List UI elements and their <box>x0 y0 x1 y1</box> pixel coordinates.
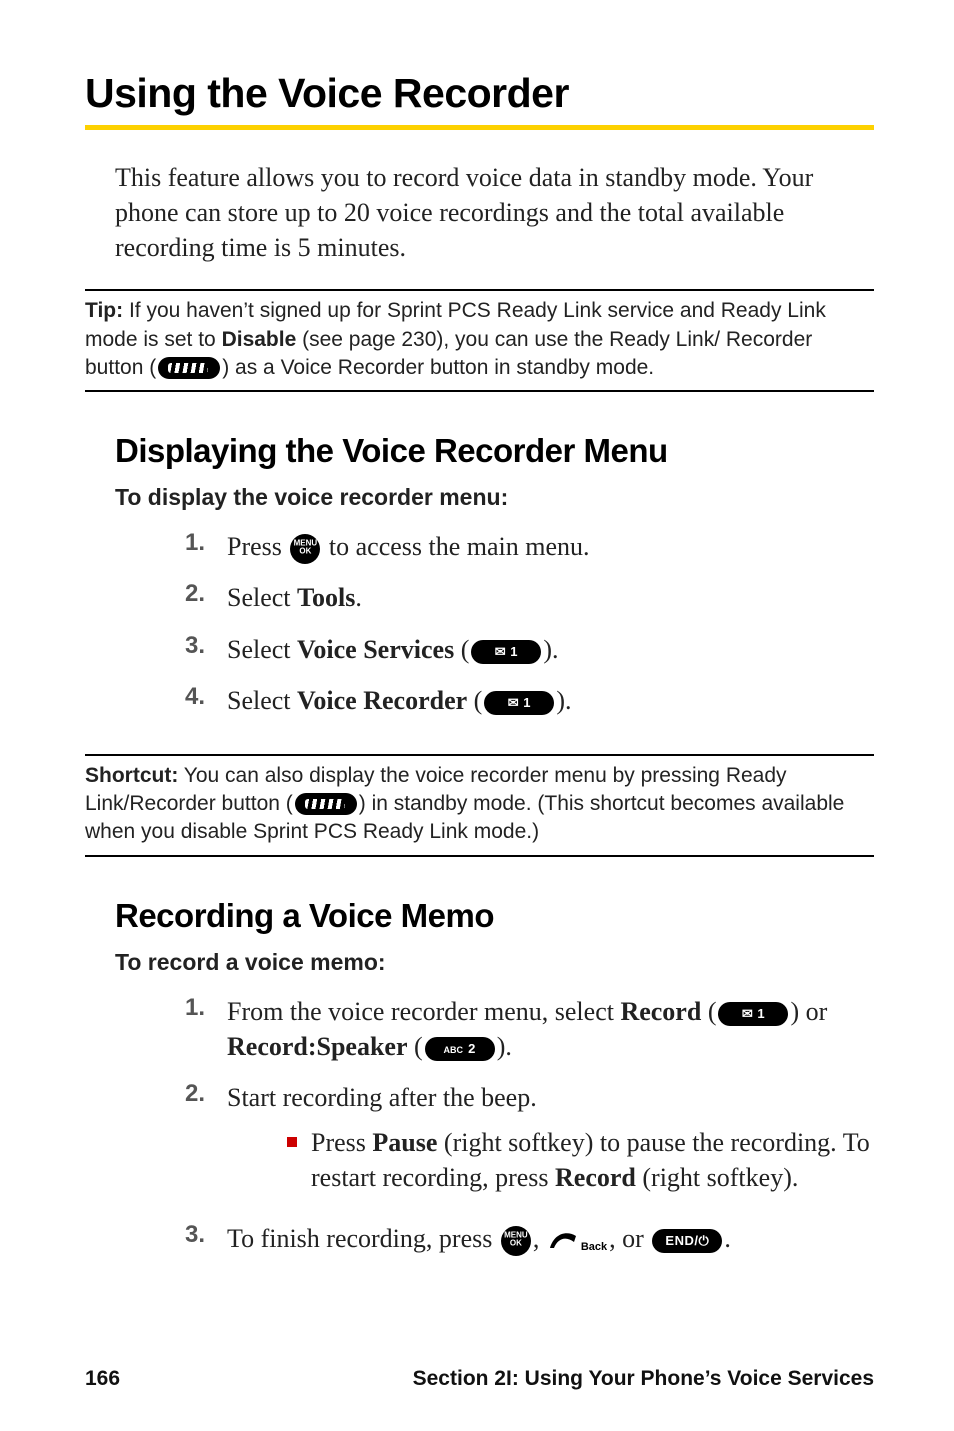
title-underline <box>85 125 874 130</box>
step-text: . <box>355 583 362 612</box>
menu-ok-icon: MENU OK <box>501 1226 531 1256</box>
shortcut-block: Shortcut: You can also display the voice… <box>85 756 874 855</box>
record-softkey-label: Record <box>555 1163 636 1192</box>
voice-services-label: Voice Services <box>297 635 454 664</box>
record-speaker-label: Record:Speaker <box>227 1032 408 1061</box>
step-text: ). <box>543 635 558 664</box>
step-text: ) or <box>790 997 827 1026</box>
readylink-icon <box>158 357 220 379</box>
tip-text-c: ) as a Voice Recorder button in standby … <box>222 356 654 379</box>
step-text: . <box>724 1224 731 1253</box>
step-text: ( <box>454 635 469 664</box>
page-footer: 166 Section 2I: Using Your Phone’s Voice… <box>85 1337 874 1391</box>
page-title: Using the Voice Recorder <box>85 70 874 117</box>
menu-ok-icon: MENU OK <box>290 534 320 564</box>
back-key-icon: Back <box>548 1228 607 1255</box>
rule-after-shortcut <box>85 855 874 857</box>
bullet-icon <box>287 1137 297 1147</box>
tools-label: Tools <box>297 583 355 612</box>
step-number: 3. <box>175 632 205 660</box>
step-text: , or <box>609 1224 650 1253</box>
step-text: ( <box>467 686 482 715</box>
lead-in-voice-memo: To record a voice memo: <box>85 949 874 976</box>
step-text: Select <box>227 635 297 664</box>
sub-bullet-list: Press Pause (right softkey) to pause the… <box>227 1125 874 1195</box>
intro-paragraph: This feature allows you to record voice … <box>85 160 874 265</box>
key-1-icon: ✉ 1 <box>471 640 541 664</box>
key-1-icon: ✉ 1 <box>484 691 554 715</box>
shortcut-label: Shortcut: <box>85 764 178 787</box>
step-text: Select <box>227 686 297 715</box>
step-item: 2. Start recording after the beep. Press… <box>175 1080 874 1205</box>
sub-text: Press <box>311 1128 372 1157</box>
step-text: Start recording after the beep. <box>227 1083 537 1112</box>
step-text: Press <box>227 532 288 561</box>
voice-recorder-label: Voice Recorder <box>297 686 467 715</box>
step-item: 1. Press MENU OK to access the main menu… <box>175 529 874 564</box>
step-item: 3. To finish recording, press MENU OK, B… <box>175 1221 874 1256</box>
step-text: ( <box>408 1032 423 1061</box>
step-text: ( <box>701 997 716 1026</box>
step-number: 2. <box>175 1080 205 1108</box>
rule-after-tip <box>85 390 874 392</box>
lead-in-display-menu: To display the voice recorder menu: <box>85 484 874 511</box>
step-item: 1. From the voice recorder menu, select … <box>175 994 874 1064</box>
tip-block: Tip: If you haven’t signed up for Sprint… <box>85 291 874 390</box>
step-item: 4. Select Voice Recorder (✉ 1). <box>175 683 874 718</box>
step-number: 1. <box>175 994 205 1022</box>
section-label: Section 2I: Using Your Phone’s Voice Ser… <box>413 1367 874 1391</box>
step-number: 4. <box>175 683 205 711</box>
step-text: ). <box>497 1032 512 1061</box>
sub-text: (right softkey). <box>636 1163 798 1192</box>
readylink-icon <box>295 793 357 815</box>
pause-label: Pause <box>372 1128 437 1157</box>
steps-display-menu: 1. Press MENU OK to access the main menu… <box>85 529 874 733</box>
subheading-voice-recorder-menu: Displaying the Voice Recorder Menu <box>85 432 874 470</box>
step-number: 3. <box>175 1221 205 1249</box>
key-1-icon: ✉ 1 <box>718 1002 788 1026</box>
step-item: 3. Select Voice Services (✉ 1). <box>175 632 874 667</box>
record-label: Record <box>620 997 701 1026</box>
step-text: ). <box>556 686 571 715</box>
step-text: to access the main menu. <box>322 532 589 561</box>
step-number: 2. <box>175 580 205 608</box>
step-item: 2. Select Tools. <box>175 580 874 615</box>
end-key-icon: END/⏻ <box>652 1229 722 1253</box>
step-text: To finish recording, press <box>227 1224 499 1253</box>
step-text: From the voice recorder menu, select <box>227 997 620 1026</box>
steps-voice-memo: 1. From the voice recorder menu, select … <box>85 994 874 1273</box>
key-2-icon: ABC 2 <box>425 1037 495 1061</box>
step-text: Select <box>227 583 297 612</box>
tip-label: Tip: <box>85 299 123 322</box>
sub-bullet-item: Press Pause (right softkey) to pause the… <box>287 1125 874 1195</box>
step-number: 1. <box>175 529 205 557</box>
tip-bold-disable: Disable <box>222 328 297 351</box>
subheading-voice-memo: Recording a Voice Memo <box>85 897 874 935</box>
step-text: , <box>533 1224 546 1253</box>
page-number: 166 <box>85 1367 120 1391</box>
